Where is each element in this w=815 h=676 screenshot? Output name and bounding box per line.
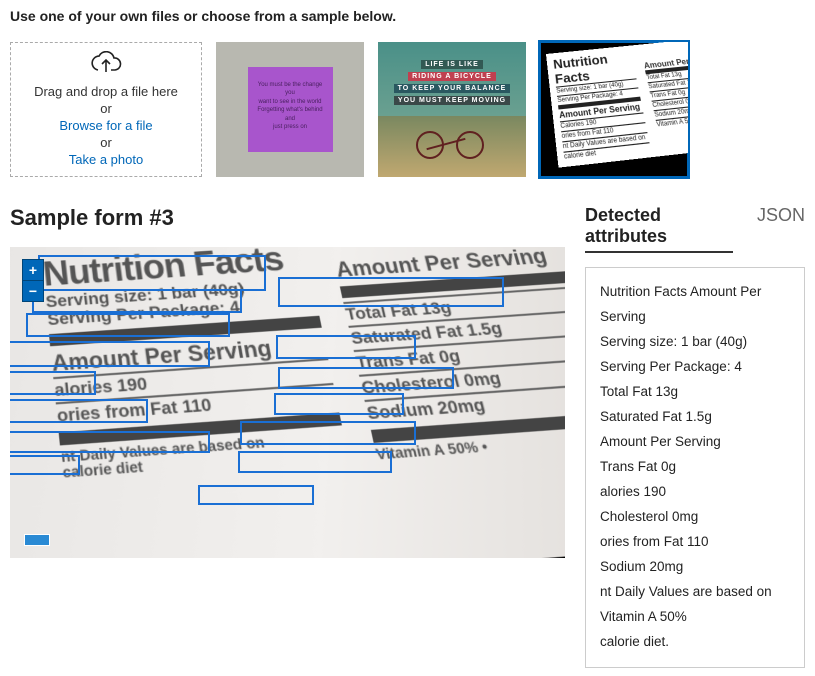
sample-thumb-3[interactable]: Nutrition Facts Serving size: 1 bar (40g… <box>540 42 688 177</box>
result-line: Sodium 20mg <box>600 555 790 580</box>
sample-thumb-2[interactable]: LIFE IS LIKE RIDING A BICYCLE TO KEEP YO… <box>378 42 526 177</box>
sample-gallery: Drag and drop a file here or Browse for … <box>10 42 805 177</box>
browse-link[interactable]: Browse for a file <box>59 118 152 133</box>
result-line: Total Fat 13g <box>600 380 790 405</box>
or-text-2: or <box>100 135 112 150</box>
sample-thumb-1[interactable]: You must be the change you want to see i… <box>216 42 364 177</box>
result-line: ories from Fat 110 <box>600 530 790 555</box>
zoom-in-button[interactable]: + <box>22 259 44 281</box>
result-line: Serving Per Package: 4 <box>600 355 790 380</box>
drag-text: Drag and drop a file here <box>34 84 178 99</box>
result-tabs: Detected attributes JSON <box>585 205 805 253</box>
zoom-out-button[interactable]: − <box>22 280 44 302</box>
file-dropzone[interactable]: Drag and drop a file here or Browse for … <box>10 42 202 177</box>
result-line: Amount Per Serving <box>600 430 790 455</box>
image-viewer[interactable]: + − Nutrition Facts Serving size: 1 bar … <box>10 247 565 558</box>
result-line: Trans Fat 0g <box>600 455 790 480</box>
result-line: Cholesterol 0mg <box>600 505 790 530</box>
result-line: nt Daily Values are based on <box>600 580 790 605</box>
detected-attributes-list: Nutrition Facts Amount Per ServingServin… <box>585 267 805 668</box>
sticky-note: You must be the change you want to see i… <box>248 67 333 152</box>
result-line: calorie diet. <box>600 630 790 655</box>
minimap[interactable] <box>24 534 50 546</box>
instruction-text: Use one of your own files or choose from… <box>10 8 805 24</box>
upload-cloud-icon <box>89 51 123 77</box>
tab-detected-attributes[interactable]: Detected attributes <box>585 205 733 253</box>
result-line: Serving size: 1 bar (40g) <box>600 330 790 355</box>
tab-json[interactable]: JSON <box>757 205 805 253</box>
result-line: alories 190 <box>600 480 790 505</box>
or-text-1: or <box>100 101 112 116</box>
result-line: Saturated Fat 1.5g <box>600 405 790 430</box>
result-line: Vitamin A 50% <box>600 605 790 630</box>
sample-title: Sample form #3 <box>10 205 565 231</box>
take-photo-link[interactable]: Take a photo <box>69 152 143 167</box>
analyzed-image: Nutrition Facts Serving size: 1 bar (40g… <box>10 247 565 558</box>
zoom-controls: + − <box>22 259 44 302</box>
result-line: Nutrition Facts Amount Per Serving <box>600 280 790 330</box>
